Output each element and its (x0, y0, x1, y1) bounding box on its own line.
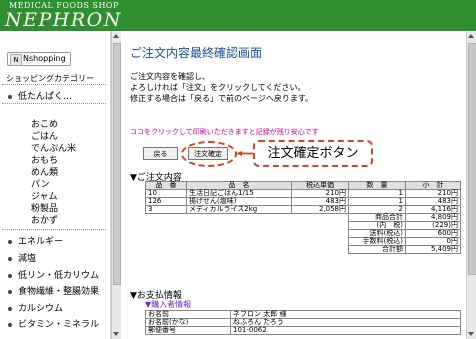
buyer-table: お名前 ネフロン 太郎 様 お名前(かな) ねふろん たろう 郵便番号 101-… (145, 310, 461, 335)
sidebar-item-vitamin[interactable]: ビタミン・ミネラル (8, 317, 99, 330)
divider (2, 103, 106, 104)
bullet-icon (8, 289, 12, 294)
column-header: 数 量 (348, 181, 406, 190)
sidebar-item-fiber[interactable]: 食物繊維・整腸効果 (8, 284, 99, 297)
arrow-left-icon (236, 151, 253, 156)
nshopping-badge[interactable]: N Nshopping (7, 52, 71, 66)
sidebar-sub-item[interactable]: おかず (31, 213, 58, 226)
table-row: お名前(かな) ねふろん たろう (145, 318, 461, 327)
scroll-down-icon[interactable] (113, 332, 119, 336)
nshopping-icon: N (10, 54, 22, 66)
cell-qty: 1 (348, 197, 406, 206)
sidebar-item-low-salt[interactable]: 減塩 (8, 251, 36, 264)
buyer-info-heading: ▼購入者情報 (145, 300, 192, 309)
cell-qty: 1 (348, 189, 406, 198)
highlight-circle (181, 141, 237, 167)
scroll-down-icon[interactable] (468, 332, 474, 336)
bullet-icon (8, 256, 12, 261)
print-link[interactable]: ココをクリックして印刷いただきますと記録が残り安心です (130, 127, 319, 137)
summary-row: 商品合計 4,809円 (146, 213, 461, 222)
summary-row: 送料(税込) 600円 (146, 229, 461, 238)
shop-logo[interactable]: NEPHRON (5, 9, 122, 31)
summary-row: (内 税) (229)円 (146, 221, 461, 230)
summary-label: 合計額 (348, 245, 406, 254)
sidebar-group-low-protein[interactable]: 低たんぱく… (8, 89, 72, 102)
callout-label: 注文確定ボタン (253, 140, 373, 167)
page-title: ご注文内容最終確認画面 (130, 46, 263, 60)
intro-line: よろしければ「注文」をクリックしてください。 (130, 83, 306, 92)
sidebar-scroll-thumb[interactable] (113, 43, 121, 285)
bullet-icon (8, 306, 12, 311)
summary-row: 手数料(税込) 0円 (146, 237, 461, 246)
scroll-up-icon[interactable] (468, 34, 474, 38)
summary-value: 5,409円 (405, 245, 461, 254)
scroll-up-icon[interactable] (113, 34, 119, 38)
bullet-icon (8, 273, 12, 278)
sidebar-item-low-phosphorus[interactable]: 低リン・低カリウム (8, 268, 99, 281)
intro-line: ご注文内容を確認し、 (130, 72, 210, 81)
divider (2, 84, 106, 85)
summary-row: 合計額 5,409円 (146, 245, 461, 254)
category-title: ショッピングカテゴリー (6, 74, 94, 83)
sidebar-item-calcium[interactable]: カルシウム (8, 301, 63, 314)
bullet-icon (8, 239, 12, 244)
cell-name: メディカルライス2kg (186, 205, 292, 214)
cell-price: 2,058円 (291, 205, 349, 214)
buyer-label: 郵便番号 (145, 326, 231, 335)
bullet-icon (8, 322, 12, 327)
table-row: 郵便番号 101-0062 (145, 326, 461, 335)
sidebar-scrollbar[interactable] (111, 31, 121, 339)
divider (2, 229, 106, 230)
intro-line: 修正する場合は「戻る」で前のページへ戻ります。 (130, 94, 314, 103)
table-row: お名前 ネフロン 太郎 様 (145, 310, 461, 319)
buyer-value: 101-0062 (230, 326, 461, 335)
back-button[interactable]: 戻る (143, 147, 178, 160)
bullet-icon (8, 94, 12, 99)
table-row: 3 メディカルライス2kg 2,058円 2 4,116円 (145, 205, 461, 214)
cell-code: 3 (145, 205, 187, 214)
site-header: MEDICAL FOODS SHOP NEPHRON (0, 0, 476, 31)
order-table: 品 番 品 名 税込単価 数 量 小 計 10 生活日記ごはん1/15 210円… (145, 181, 461, 254)
main-scrollbar[interactable] (466, 31, 476, 339)
main-scroll-thumb[interactable] (468, 43, 476, 275)
sidebar-item-energy[interactable]: エネルギー (8, 234, 63, 247)
